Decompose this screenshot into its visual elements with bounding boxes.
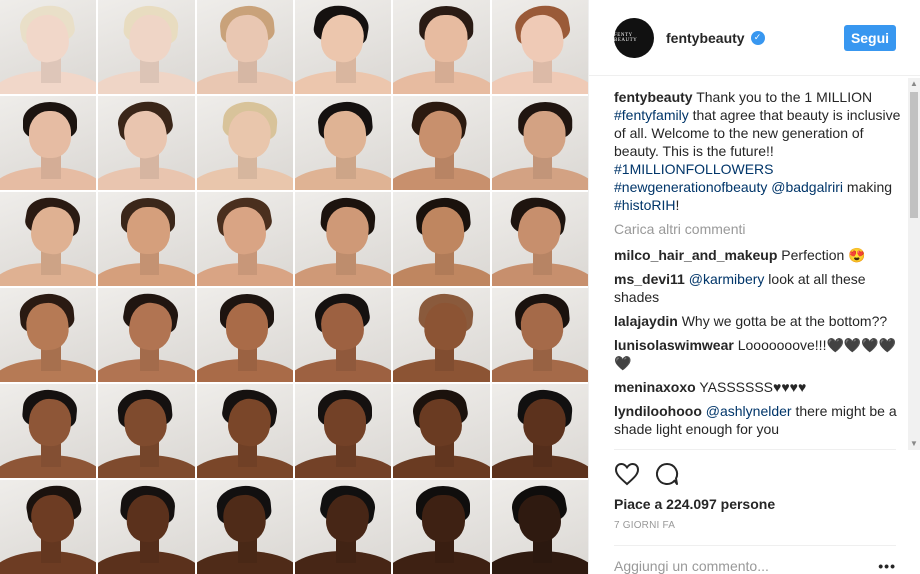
portrait-face bbox=[424, 15, 468, 63]
portrait-tile bbox=[295, 96, 392, 190]
post-image-shade-grid[interactable] bbox=[0, 0, 588, 574]
portrait-tile bbox=[393, 0, 490, 94]
comment-items: milco_hair_and_makeup Perfection 😍 ms_dev… bbox=[614, 246, 906, 448]
comment-item: milco_hair_and_makeup Perfection 😍 bbox=[614, 246, 906, 264]
portrait-tile bbox=[393, 192, 490, 286]
portrait-tile bbox=[196, 384, 293, 478]
mention-link[interactable]: #fentyfamily bbox=[614, 107, 689, 123]
portrait-face bbox=[422, 495, 465, 543]
mention-link[interactable]: #newgenerationofbeauty bbox=[614, 179, 767, 195]
comment-text: Thank you to the 1 MILLION bbox=[692, 89, 873, 105]
mention-link[interactable]: @lexilindson bbox=[690, 445, 770, 448]
portrait-tile bbox=[393, 480, 490, 574]
comment-username[interactable]: meninaxoxo bbox=[614, 379, 696, 395]
portrait-face bbox=[225, 303, 268, 351]
portrait-tile bbox=[393, 288, 490, 382]
comment-text: YASSSSSS♥♥♥♥ bbox=[695, 379, 807, 395]
comment-item: ms_devi11 @karmibery look at all these s… bbox=[614, 270, 906, 306]
portrait-tile bbox=[98, 192, 195, 286]
portrait-tile bbox=[98, 0, 195, 94]
comment-text: ! bbox=[675, 197, 680, 213]
scrollbar-thumb[interactable] bbox=[910, 92, 918, 218]
mention-link[interactable]: @karmibery bbox=[689, 271, 765, 287]
portrait-face bbox=[28, 111, 72, 159]
portrait-tile bbox=[295, 480, 392, 574]
portrait-tile bbox=[295, 0, 392, 94]
portrait-tile bbox=[0, 384, 97, 478]
add-comment-bar: Aggiungi un commento... ••• bbox=[614, 545, 896, 574]
comment-text: Perfection 😍 bbox=[777, 247, 866, 263]
portrait-tile bbox=[491, 384, 588, 478]
scroll-up-icon[interactable]: ▲ bbox=[908, 78, 920, 90]
portrait-tile bbox=[196, 0, 293, 94]
portrait-tile bbox=[0, 288, 97, 382]
portrait-tile bbox=[98, 480, 195, 574]
likes-count[interactable]: Piace a 224.097 persone bbox=[614, 496, 896, 512]
comment-item: meninaxoxo YASSSSSS♥♥♥♥ bbox=[614, 378, 906, 396]
follow-button[interactable]: Segui bbox=[844, 24, 896, 51]
mention-link[interactable]: #histoRIH bbox=[614, 197, 675, 213]
portrait-tile bbox=[393, 384, 490, 478]
comment-text: I ont it bbox=[770, 445, 812, 448]
portrait-tile bbox=[0, 480, 97, 574]
comment-bubble-icon[interactable] bbox=[654, 461, 680, 487]
portrait-face bbox=[127, 207, 170, 255]
portrait-tile bbox=[295, 288, 392, 382]
portrait-tile bbox=[98, 384, 195, 478]
post-date: 7 GIORNI FA bbox=[614, 520, 676, 531]
post-actions: Piace a 224.097 persone 7 GIORNI FA bbox=[614, 449, 896, 531]
comment-item: lunisolaswimwear Looooooove!!!🖤🖤🖤🖤🖤 bbox=[614, 336, 906, 372]
post-username[interactable]: fentybeauty bbox=[666, 30, 745, 46]
heart-icon[interactable] bbox=[614, 462, 640, 486]
portrait-tile bbox=[295, 192, 392, 286]
comment-username[interactable]: gabrorahis bbox=[614, 445, 686, 448]
portrait-tile bbox=[0, 96, 97, 190]
post-side-panel: FENTY BEAUTY fentybeauty ✓ Segui fentybe… bbox=[588, 0, 920, 574]
comment-item: gabrorahis @lexilindson I ont it bbox=[614, 444, 906, 448]
comment-username[interactable]: fentybeauty bbox=[614, 89, 693, 105]
comments-list[interactable]: fentybeauty Thank you to the 1 MILLION #… bbox=[614, 88, 906, 448]
action-icons bbox=[614, 460, 896, 488]
comments-scrollbar[interactable]: ▲ ▼ bbox=[908, 78, 920, 450]
mention-link[interactable]: @badgalriri bbox=[771, 179, 843, 195]
comment-input[interactable]: Aggiungi un commento... bbox=[614, 558, 769, 574]
comment-text: making bbox=[843, 179, 893, 195]
portrait-tile bbox=[393, 96, 490, 190]
comment-text: Why we gotta be at the bottom?? bbox=[677, 313, 888, 329]
avatar-logo-text: FENTY BEAUTY bbox=[614, 32, 638, 43]
portrait-tile bbox=[491, 96, 588, 190]
load-more-comments-link[interactable]: Carica altri commenti bbox=[614, 220, 906, 238]
portrait-tile bbox=[491, 480, 588, 574]
post-caption: fentybeauty Thank you to the 1 MILLION #… bbox=[614, 88, 906, 214]
portrait-tile bbox=[196, 192, 293, 286]
portrait-tile bbox=[0, 0, 97, 94]
portrait-tile bbox=[196, 480, 293, 574]
scroll-down-icon[interactable]: ▼ bbox=[908, 438, 920, 450]
post-header: FENTY BEAUTY fentybeauty ✓ Segui bbox=[589, 0, 920, 76]
verified-badge-icon: ✓ bbox=[750, 30, 765, 45]
portrait-face bbox=[523, 111, 566, 159]
portrait-tile bbox=[98, 96, 195, 190]
avatar[interactable]: FENTY BEAUTY bbox=[614, 17, 654, 58]
portrait-tile bbox=[98, 288, 195, 382]
comment-item: lyndiloohooo @ashlynelder there might be… bbox=[614, 402, 906, 438]
portrait-tile bbox=[196, 288, 293, 382]
portrait-tile bbox=[295, 384, 392, 478]
comment-username[interactable]: lalajaydin bbox=[614, 313, 678, 329]
portrait-tile bbox=[491, 192, 588, 286]
portrait-tile bbox=[196, 96, 293, 190]
portrait-tile bbox=[491, 0, 588, 94]
instagram-post: FENTY BEAUTY fentybeauty ✓ Segui fentybe… bbox=[0, 0, 920, 574]
comment-username[interactable]: milco_hair_and_makeup bbox=[614, 247, 777, 263]
comment-username[interactable]: ms_devi11 bbox=[614, 271, 685, 287]
comment-item: lalajaydin Why we gotta be at the bottom… bbox=[614, 312, 906, 330]
portrait-tile bbox=[491, 288, 588, 382]
mention-link[interactable]: #1MILLIONFOLLOWERS bbox=[614, 161, 774, 177]
portrait-tile bbox=[0, 192, 97, 286]
more-options-icon[interactable]: ••• bbox=[878, 558, 896, 574]
portrait-face bbox=[323, 399, 367, 447]
comment-username[interactable]: lyndiloohooo bbox=[614, 403, 702, 419]
comment-username[interactable]: lunisolaswimwear bbox=[614, 337, 734, 353]
mention-link[interactable]: @ashlynelder bbox=[706, 403, 792, 419]
